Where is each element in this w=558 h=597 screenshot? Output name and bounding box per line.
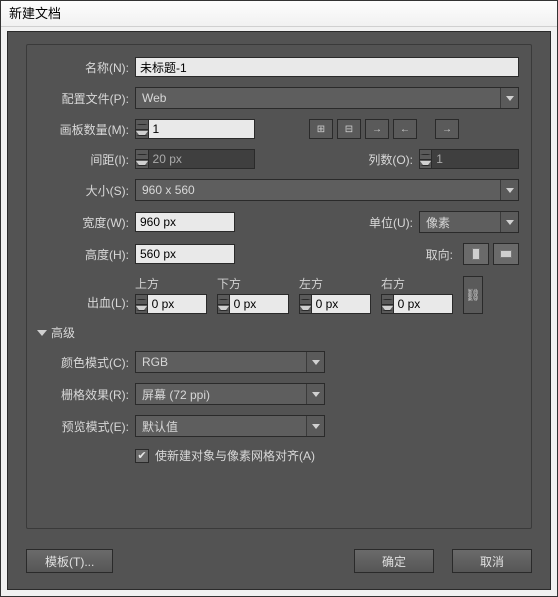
chevron-down-icon (306, 352, 324, 372)
spacing-input (149, 150, 254, 168)
label-spacing: 间距(I): (39, 151, 135, 168)
color-mode-dropdown[interactable]: RGB (135, 351, 325, 373)
spacing-spinner (135, 149, 255, 169)
units-value: 像素 (426, 214, 450, 231)
orientation-landscape-button[interactable] (493, 243, 519, 265)
grid-by-col-icon[interactable]: ⊟ (337, 119, 361, 139)
label-bleed: 出血(L): (39, 294, 135, 314)
chevron-down-icon (500, 88, 518, 108)
profile-dropdown[interactable]: Web (135, 87, 519, 109)
label-bleed-top: 上方 (135, 275, 207, 292)
dialog-body: 名称(N): 配置文件(P): Web 画板数量(M): ⊞ (7, 31, 551, 590)
profile-value: Web (142, 91, 166, 105)
bleed-top-spinner[interactable] (135, 294, 207, 314)
raster-effect-value: 屏幕 (72 ppi) (142, 386, 210, 403)
ok-button[interactable]: 确定 (354, 549, 434, 573)
disclosure-triangle-icon (37, 330, 47, 336)
columns-input (432, 150, 518, 168)
align-pixel-grid-label: 使新建对象与像素网格对齐(A) (155, 447, 315, 464)
label-columns: 列数(O): (345, 151, 419, 168)
name-input[interactable] (135, 57, 519, 77)
label-width: 宽度(W): (39, 214, 135, 231)
grid-by-row-icon[interactable]: ⊞ (309, 119, 333, 139)
columns-spinner (419, 149, 519, 169)
label-height: 高度(H): (39, 246, 135, 263)
dialog-window: 新建文档 名称(N): 配置文件(P): Web 画板数量(M): (0, 0, 558, 597)
artboard-count-input[interactable] (149, 120, 254, 138)
label-orientation: 取向: (411, 246, 459, 263)
size-value: 960 x 560 (142, 183, 195, 197)
width-input[interactable] (135, 212, 235, 232)
cancel-button[interactable]: 取消 (452, 549, 532, 573)
bleed-left-input[interactable] (312, 295, 370, 313)
advanced-disclosure[interactable]: 高级 (39, 324, 519, 341)
label-size: 大小(S): (39, 182, 135, 199)
height-input[interactable] (135, 244, 235, 264)
label-name: 名称(N): (39, 59, 135, 76)
label-bleed-bottom: 下方 (217, 275, 289, 292)
size-dropdown[interactable]: 960 x 560 (135, 179, 519, 201)
preview-mode-value: 默认值 (142, 418, 178, 435)
advanced-title: 高级 (51, 324, 75, 341)
orientation-portrait-button[interactable] (463, 243, 489, 265)
chevron-down-icon (306, 416, 324, 436)
color-mode-value: RGB (142, 355, 168, 369)
label-units: 单位(U): (345, 214, 419, 231)
chevron-down-icon (306, 384, 324, 404)
label-raster-effect: 栅格效果(R): (39, 386, 135, 403)
arrange-right-icon[interactable]: → (365, 119, 389, 139)
raster-effect-dropdown[interactable]: 屏幕 (72 ppi) (135, 383, 325, 405)
label-preview-mode: 预览模式(E): (39, 418, 135, 435)
templates-button[interactable]: 模板(T)... (26, 549, 113, 573)
preview-mode-dropdown[interactable]: 默认值 (135, 415, 325, 437)
label-artboard-count: 画板数量(M): (39, 121, 135, 138)
align-pixel-grid-checkbox[interactable]: ✔ (135, 449, 149, 463)
label-profile: 配置文件(P): (39, 90, 135, 107)
bleed-top-input[interactable] (148, 295, 206, 313)
chevron-down-icon (500, 180, 518, 200)
bleed-bottom-input[interactable] (230, 295, 288, 313)
bleed-bottom-spinner[interactable] (217, 294, 289, 314)
bleed-left-spinner[interactable] (299, 294, 371, 314)
dialog-footer: 模板(T)... 确定 取消 (26, 549, 532, 573)
form-panel: 名称(N): 配置文件(P): Web 画板数量(M): ⊞ (26, 44, 532, 529)
label-bleed-left: 左方 (299, 275, 371, 292)
link-bleed-icon[interactable]: ⛓ (463, 276, 483, 314)
dialog-title: 新建文档 (1, 1, 557, 27)
label-color-mode: 颜色模式(C): (39, 354, 135, 371)
units-dropdown[interactable]: 像素 (419, 211, 519, 233)
label-bleed-right: 右方 (381, 275, 453, 292)
chevron-down-icon (500, 212, 518, 232)
bleed-right-input[interactable] (394, 295, 452, 313)
arrange-extra-icon[interactable]: → (435, 119, 459, 139)
artboard-count-spinner[interactable] (135, 119, 255, 139)
bleed-right-spinner[interactable] (381, 294, 453, 314)
arrange-left-icon[interactable]: ← (393, 119, 417, 139)
